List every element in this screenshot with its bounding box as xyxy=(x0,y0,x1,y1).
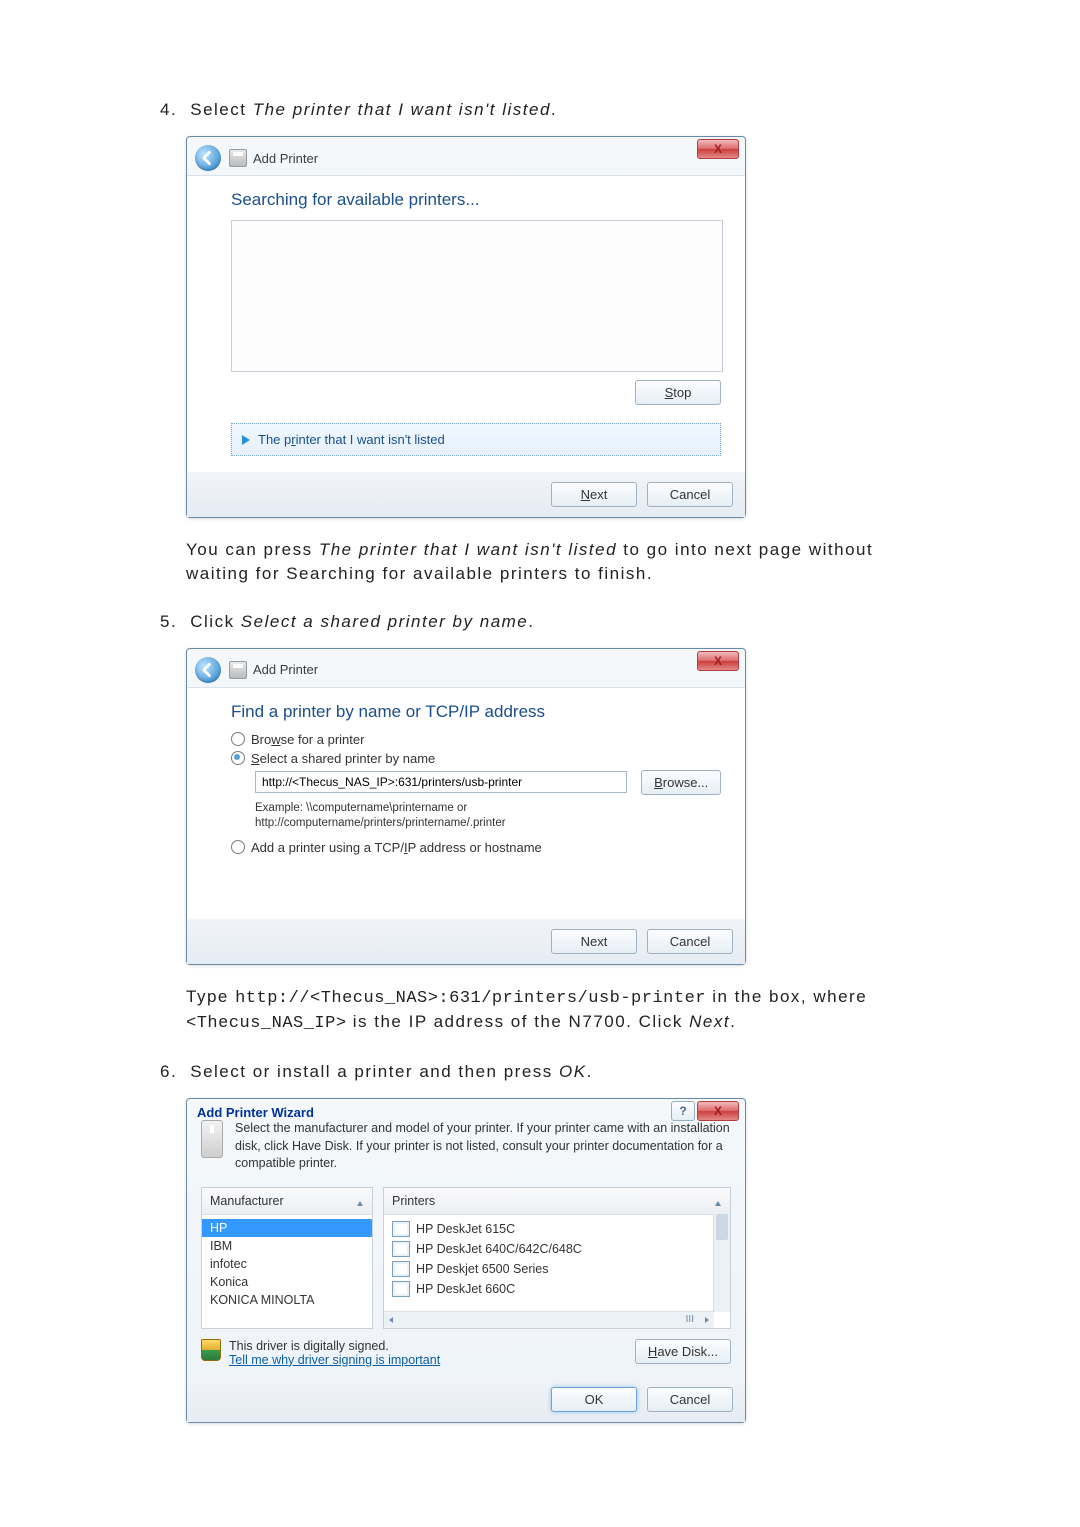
list-item[interactable]: KONICA MINOLTA xyxy=(202,1291,372,1309)
printer-url-input[interactable] xyxy=(255,771,627,793)
radio-shared-name[interactable]: Select a shared printer by name xyxy=(231,751,721,766)
list-item[interactable]: infotec xyxy=(202,1255,372,1273)
step4-note: You can press The printer that I want is… xyxy=(186,538,920,586)
cancel-button[interactable]: Cancel xyxy=(647,482,733,507)
sort-asc-icon xyxy=(714,1197,722,1205)
printer-icon xyxy=(201,1120,223,1158)
printer-icon xyxy=(229,661,247,679)
close-button[interactable]: X xyxy=(697,139,739,159)
sort-asc-icon xyxy=(356,1197,364,1205)
step4-line: 4. Select The printer that I want isn't … xyxy=(160,100,557,119)
driver-icon xyxy=(392,1261,410,1277)
driver-icon xyxy=(392,1281,410,1297)
next-button[interactable]: Next xyxy=(551,929,637,954)
list-item[interactable]: Konica xyxy=(202,1273,372,1291)
cancel-button[interactable]: Cancel xyxy=(647,1387,733,1412)
add-printer-wizard-dialog: Add Printer Wizard ? X Select the manufa… xyxy=(186,1098,746,1423)
why-signing-link[interactable]: Tell me why driver signing is important xyxy=(229,1353,440,1367)
back-button[interactable] xyxy=(195,145,221,171)
scrollbar-horizontal[interactable]: III xyxy=(384,1311,714,1328)
arrow-right-icon xyxy=(242,435,250,445)
radio-browse[interactable]: Browse for a printer xyxy=(231,732,721,747)
close-button[interactable]: X xyxy=(697,1101,739,1121)
list-item[interactable]: HP DeskJet 660C xyxy=(384,1279,712,1299)
cancel-button[interactable]: Cancel xyxy=(647,929,733,954)
dialog-title: Add Printer xyxy=(229,661,318,679)
list-item[interactable]: IBM xyxy=(202,1237,372,1255)
step5-note: Type http://<Thecus_NAS>:631/printers/us… xyxy=(186,985,920,1037)
help-button[interactable]: ? xyxy=(671,1101,695,1121)
browse-button[interactable]: Browse... xyxy=(641,770,721,795)
close-button[interactable]: X xyxy=(697,651,739,671)
dialog-title: Add Printer Wizard xyxy=(197,1105,314,1120)
next-button[interactable]: Next xyxy=(551,482,637,507)
scroll-right-icon[interactable] xyxy=(700,1314,714,1326)
wizard-info: Select the manufacturer and model of you… xyxy=(187,1120,745,1187)
list-item[interactable]: HP DeskJet 640C/642C/648C xyxy=(384,1239,712,1259)
scroll-left-icon[interactable] xyxy=(384,1314,398,1326)
scrollbar-vertical[interactable] xyxy=(713,1214,730,1312)
manufacturer-list[interactable]: Manufacturer HP IBM infotec Konica KONIC… xyxy=(201,1187,373,1329)
list-item[interactable]: HP xyxy=(202,1219,372,1237)
list-item[interactable]: HP Deskjet 6500 Series xyxy=(384,1259,712,1279)
radio-tcpip[interactable]: Add a printer using a TCP/IP address or … xyxy=(231,840,721,855)
ok-button[interactable]: OK xyxy=(551,1387,637,1412)
find-printer-heading: Find a printer by name or TCP/IP address xyxy=(231,702,721,722)
list-item[interactable]: HP DeskJet 615C xyxy=(384,1219,712,1239)
driver-icon xyxy=(392,1241,410,1257)
step5-line: 5. Click Select a shared printer by name… xyxy=(160,612,535,631)
searching-heading: Searching for available printers... xyxy=(231,190,721,210)
radio-icon xyxy=(231,840,245,854)
printer-icon xyxy=(229,149,247,167)
not-listed-link[interactable]: The printer that I want isn't listed xyxy=(231,423,721,456)
example-text: Example: \\computername\printername or h… xyxy=(255,801,721,832)
add-printer-dialog-2: Add Printer X Find a printer by name or … xyxy=(186,648,746,965)
have-disk-button[interactable]: Have Disk... xyxy=(635,1339,731,1364)
printers-list[interactable]: Printers HP DeskJet 615C HP DeskJet 640C… xyxy=(383,1187,731,1329)
step6-line: 6. Select or install a printer and then … xyxy=(160,1062,593,1081)
printer-list xyxy=(231,220,723,372)
radio-icon xyxy=(231,751,245,765)
driver-signed-text: This driver is digitally signed. xyxy=(229,1339,440,1353)
dialog-title: Add Printer xyxy=(229,149,318,167)
add-printer-dialog-1: Add Printer X Searching for available pr… xyxy=(186,136,746,518)
stop-button[interactable]: Stop xyxy=(635,380,721,405)
driver-icon xyxy=(392,1221,410,1237)
shield-icon xyxy=(201,1339,221,1361)
radio-icon xyxy=(231,732,245,746)
back-button[interactable] xyxy=(195,657,221,683)
